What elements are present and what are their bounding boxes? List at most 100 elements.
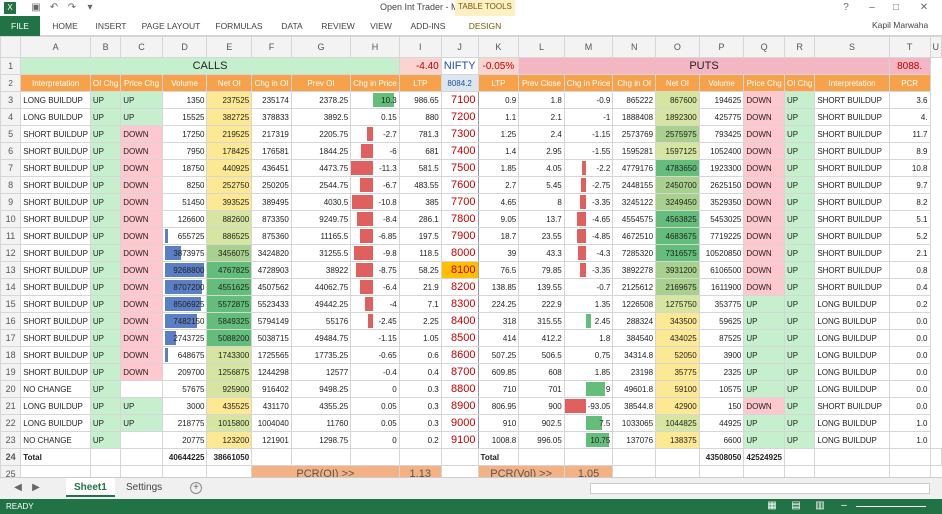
cell[interactable]: SHORT BUILDUP: [814, 193, 890, 211]
field-header[interactable]: PCR: [888, 74, 931, 92]
cell[interactable]: 0.0: [888, 380, 931, 398]
cell[interactable]: 217319: [251, 125, 292, 143]
pcr-spot[interactable]: 8088.: [888, 57, 931, 75]
cell[interactable]: -6.85: [350, 227, 400, 245]
cell[interactable]: 9100: [440, 431, 479, 449]
tab-insert[interactable]: INSERT: [90, 16, 132, 36]
cell[interactable]: UP: [783, 176, 816, 194]
column-header[interactable]: A: [20, 36, 91, 58]
cell[interactable]: 412.2: [518, 329, 565, 347]
maximize-icon[interactable]: □: [890, 2, 902, 14]
cell[interactable]: LONG BUILDUP: [814, 312, 890, 330]
cell[interactable]: 87525: [698, 329, 745, 347]
cell[interactable]: 7.5: [563, 414, 614, 432]
cell[interactable]: 8000: [440, 244, 479, 262]
cell[interactable]: DOWN: [743, 108, 785, 126]
cell[interactable]: 655725: [161, 227, 208, 245]
cell[interactable]: 4473.75: [290, 159, 352, 177]
cell[interactable]: UP: [89, 278, 122, 296]
cell[interactable]: 880: [398, 108, 442, 126]
cell[interactable]: 378833: [251, 108, 292, 126]
cell[interactable]: SHORT BUILDUP: [20, 244, 91, 262]
field-header[interactable]: Interpretation: [20, 74, 91, 92]
cell[interactable]: 902.5: [518, 414, 565, 432]
cell[interactable]: UP: [743, 295, 785, 313]
column-header[interactable]: C: [120, 36, 163, 58]
cell[interactable]: 2.45: [563, 312, 614, 330]
cell[interactable]: DOWN: [120, 295, 163, 313]
cell[interactable]: -1: [563, 108, 614, 126]
cell[interactable]: 1.85: [477, 159, 520, 177]
empty-cell[interactable]: [563, 448, 614, 466]
cell[interactable]: UP: [783, 193, 816, 211]
cell[interactable]: UP: [89, 142, 122, 160]
cell[interactable]: 8.9: [888, 142, 931, 160]
cell[interactable]: 1.25: [477, 125, 520, 143]
empty-cell[interactable]: [783, 448, 816, 466]
cell[interactable]: DOWN: [743, 125, 785, 143]
cell[interactable]: 0.05: [350, 414, 400, 432]
cell[interactable]: DOWN: [743, 193, 785, 211]
cell[interactable]: 483.55: [398, 176, 442, 194]
cell[interactable]: 916402: [251, 380, 292, 398]
cell[interactable]: -9.8: [350, 244, 400, 262]
tab-page-layout[interactable]: PAGE LAYOUT: [138, 16, 204, 36]
cell[interactable]: 139.55: [518, 278, 565, 296]
tab-formulas[interactable]: FORMULAS: [210, 16, 268, 36]
cell[interactable]: 1611900: [698, 278, 745, 296]
customize-icon[interactable]: ▾: [84, 2, 96, 14]
cell[interactable]: 8: [518, 193, 565, 211]
cell[interactable]: 11165.5: [290, 227, 352, 245]
cell[interactable]: 0: [350, 431, 400, 449]
cell[interactable]: 1597125: [655, 142, 700, 160]
cell[interactable]: LONG BUILDUP: [814, 346, 890, 364]
empty-cell[interactable]: [440, 448, 479, 466]
cell[interactable]: SHORT BUILDUP: [814, 125, 890, 143]
cell[interactable]: 6600: [698, 431, 745, 449]
row-header[interactable]: 10: [0, 210, 22, 228]
cell[interactable]: 7950: [161, 142, 208, 160]
cell[interactable]: 3529350: [698, 193, 745, 211]
cell[interactable]: SHORT BUILDUP: [814, 142, 890, 160]
cell[interactable]: -4.65: [563, 210, 614, 228]
cell[interactable]: 3900: [698, 346, 745, 364]
cell[interactable]: UP: [783, 244, 816, 262]
cell[interactable]: -0.65: [350, 346, 400, 364]
cell[interactable]: DOWN: [120, 346, 163, 364]
cell[interactable]: 0.4: [398, 363, 442, 381]
cell[interactable]: -3.35: [563, 261, 614, 279]
field-header[interactable]: OI Chg: [89, 74, 122, 92]
cell[interactable]: 10575: [698, 380, 745, 398]
column-header[interactable]: K: [477, 36, 520, 58]
row-header[interactable]: 11: [0, 227, 22, 245]
field-header[interactable]: Net OI: [655, 74, 700, 92]
cell[interactable]: 123200: [206, 431, 253, 449]
empty-cell[interactable]: [89, 448, 122, 466]
cell[interactable]: 7300: [440, 125, 479, 143]
cell[interactable]: 7500: [440, 159, 479, 177]
cell[interactable]: UP: [89, 125, 122, 143]
cell[interactable]: 9.7: [888, 176, 931, 194]
cell[interactable]: 1.1: [477, 108, 520, 126]
cell[interactable]: 925900: [206, 380, 253, 398]
cell[interactable]: UP: [89, 244, 122, 262]
cell[interactable]: 49442.25: [290, 295, 352, 313]
cell[interactable]: 18750: [161, 159, 208, 177]
cell[interactable]: 1244298: [251, 363, 292, 381]
cell[interactable]: 353775: [698, 295, 745, 313]
cell[interactable]: 286.1: [398, 210, 442, 228]
minimize-icon[interactable]: –: [866, 2, 878, 14]
row-header[interactable]: 4: [0, 108, 22, 126]
cell[interactable]: 315.55: [518, 312, 565, 330]
cell[interactable]: 1844.25: [290, 142, 352, 160]
cell[interactable]: 5088200: [206, 329, 253, 347]
total-put-volume[interactable]: 42524925: [743, 448, 785, 466]
cell[interactable]: 18.7: [477, 227, 520, 245]
column-header[interactable]: Q: [743, 36, 785, 58]
cell[interactable]: 5453025: [698, 210, 745, 228]
cell[interactable]: 507.25: [477, 346, 520, 364]
cell[interactable]: 2.4: [518, 125, 565, 143]
cell[interactable]: DOWN: [120, 312, 163, 330]
sheet-tab-settings[interactable]: Settings: [118, 478, 170, 497]
cell[interactable]: 79.85: [518, 261, 565, 279]
